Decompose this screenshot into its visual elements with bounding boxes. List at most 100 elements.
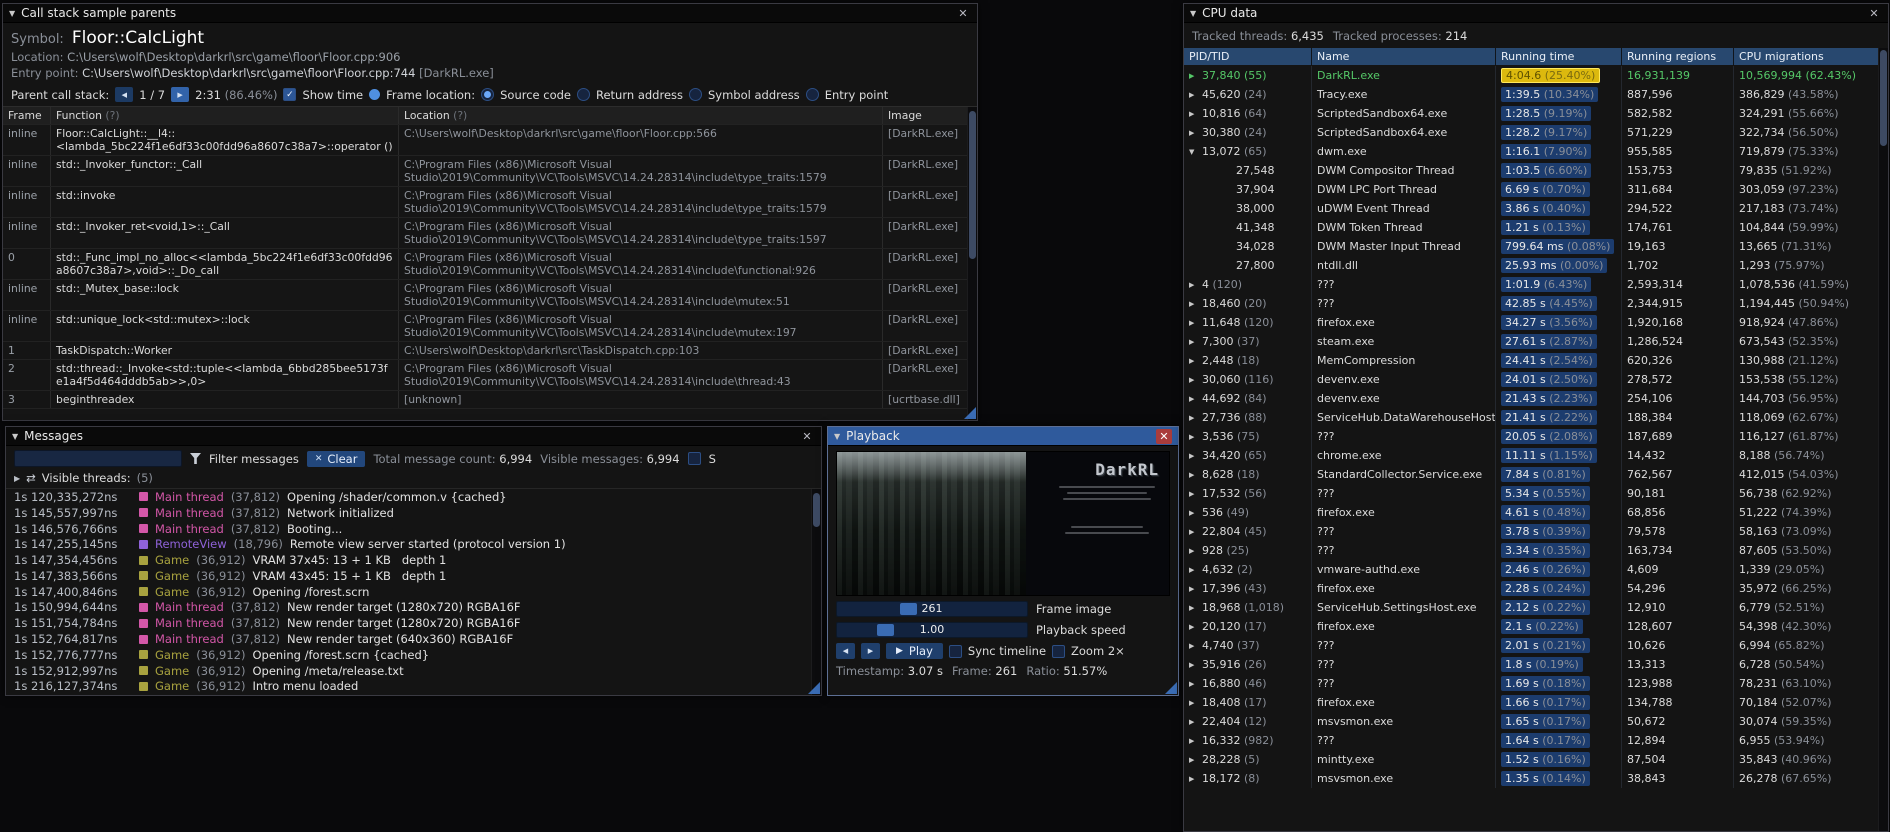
cpu-table-row[interactable]: ▶ 18,172 (8) msvsmon.exe 1.35 s (0.14%) 3…	[1184, 769, 1888, 788]
cpu-table-row[interactable]: ▶ 34,420 (65) chrome.exe 11.11 s (1.15%) …	[1184, 446, 1888, 465]
expand-icon[interactable]: ▶	[1189, 295, 1202, 313]
cpu-table-row[interactable]: ▶ 30,060 (116) devenv.exe 24.01 s (2.50%)…	[1184, 370, 1888, 389]
cpu-table-row[interactable]: ▶ 928 (25) ??? 3.34 s (0.35%) 163,734 87,…	[1184, 541, 1888, 560]
cpu-table-row[interactable]: ▶ 18,968 (1,018) ServiceHub.SettingsHost.…	[1184, 598, 1888, 617]
cpu-table-row[interactable]: ▶ 16,332 (982) ??? 1.64 s (0.17%) 12,894 …	[1184, 731, 1888, 750]
callstack-table-row[interactable]: 0 std::_Func_impl_no_alloc<<lambda_5bc22…	[3, 249, 977, 280]
resize-grip[interactable]	[808, 682, 820, 694]
expand-icon[interactable]: ▶	[1189, 713, 1202, 731]
cpu-table-row[interactable]: ▶ 2,448 (18) MemCompression 24.41 s (2.54…	[1184, 351, 1888, 370]
expand-icon[interactable]: ▼	[1189, 143, 1202, 161]
callstack-table-row[interactable]: 1 TaskDispatch::Worker C:\Users\wolf\Des…	[3, 342, 977, 360]
cpu-table-row[interactable]: ▶ 22,804 (45) ??? 3.78 s (0.39%) 79,578 5…	[1184, 522, 1888, 541]
callstack-table-row[interactable]: inline std::unique_lock<std::mutex>::loc…	[3, 311, 977, 342]
cpu-table-row[interactable]: ▶ 22,404 (12) msvsmon.exe 1.65 s (0.17%) …	[1184, 712, 1888, 731]
radio-entry-point[interactable]	[805, 88, 819, 101]
expand-icon[interactable]: ▶	[1189, 428, 1202, 446]
cpu-table-row[interactable]: 37,904 DWM LPC Port Thread 6.69 s (0.70%…	[1184, 180, 1888, 199]
cpu-table-row[interactable]: 41,348 DWM Token Thread 1.21 s (0.13%) 1…	[1184, 218, 1888, 237]
collapse-icon[interactable]: ▼	[834, 432, 840, 441]
scrollbar-thumb[interactable]	[1880, 50, 1887, 146]
header-name[interactable]: Name	[1312, 48, 1496, 65]
next-parent-button[interactable]: ▶	[171, 87, 190, 102]
collapse-icon[interactable]: ▼	[12, 432, 18, 441]
message-row[interactable]: 1s 150,994,644ns Main thread (37,812) Ne…	[6, 600, 821, 616]
callstack-titlebar[interactable]: ▼ Call stack sample parents ✕	[3, 4, 977, 23]
cpu-table-row[interactable]: ▶ 18,460 (20) ??? 42.85 s (4.45%) 2,344,9…	[1184, 294, 1888, 313]
expand-icon[interactable]: ▶	[14, 474, 20, 483]
expand-icon[interactable]: ▶	[1189, 561, 1202, 579]
collapse-icon[interactable]: ▼	[9, 9, 15, 18]
expand-icon[interactable]: ▶	[1189, 390, 1202, 408]
callstack-table-row[interactable]: 3 beginthreadex [unknown] [ucrtbase.dll]	[3, 391, 977, 409]
cpu-table-row[interactable]: 38,000 uDWM Event Thread 3.86 s (0.40%) …	[1184, 199, 1888, 218]
header-running-regions[interactable]: Running regions	[1622, 48, 1734, 65]
cpu-table-row[interactable]: ▶ 11,648 (120) firefox.exe 34.27 s (3.56%…	[1184, 313, 1888, 332]
callstack-table-row[interactable]: 2 std::thread::_Invoke<std::tuple<<lambd…	[3, 360, 977, 391]
expand-icon[interactable]: ▶	[1189, 314, 1202, 332]
cpu-table-row[interactable]: ▶ 35,916 (26) ??? 1.8 s (0.19%) 13,313 6,…	[1184, 655, 1888, 674]
clear-button[interactable]: ✕ Clear	[306, 450, 366, 467]
close-icon[interactable]: ✕	[955, 6, 971, 21]
expand-icon[interactable]: ▶	[1189, 447, 1202, 465]
expand-icon[interactable]: ▶	[1189, 542, 1202, 560]
header-pid-tid[interactable]: PID/TID	[1184, 48, 1312, 65]
cpu-table-row[interactable]: ▶ 16,880 (46) ??? 1.69 s (0.18%) 123,988 …	[1184, 674, 1888, 693]
callstack-table-row[interactable]: inline std::invoke C:\Program Files (x86…	[3, 187, 977, 218]
filter-input[interactable]	[14, 450, 182, 467]
cpu-table-row[interactable]: ▶ 17,532 (56) ??? 5.34 s (0.55%) 90,181 5…	[1184, 484, 1888, 503]
callstack-table-row[interactable]: inline std::_Invoker_ret<void,1>::_Call …	[3, 218, 977, 249]
scrollbar-thumb[interactable]	[813, 493, 820, 527]
message-row[interactable]: 1s 152,764,817ns Main thread (37,812) Ne…	[6, 631, 821, 647]
cpu-table-row[interactable]: ▶ 4,740 (37) ??? 2.01 s (0.21%) 10,626 6,…	[1184, 636, 1888, 655]
cpu-table-row[interactable]: 34,028 DWM Master Input Thread 799.64 ms…	[1184, 237, 1888, 256]
message-row[interactable]: 1s 146,576,766ns Main thread (37,812) Bo…	[6, 521, 821, 537]
message-row[interactable]: 1s 216,127,374ns Game (36,912) Intro men…	[6, 679, 821, 695]
expand-icon[interactable]: ▶	[1189, 485, 1202, 503]
message-row[interactable]: 1s 151,754,784ns Main thread (37,812) Ne…	[6, 615, 821, 631]
header-running-time[interactable]: Running time	[1496, 48, 1622, 65]
callstack-scrollbar[interactable]	[967, 107, 977, 420]
cpu-table-row[interactable]: ▶ 536 (49) firefox.exe 4.61 s (0.48%) 68,…	[1184, 503, 1888, 522]
playback-titlebar[interactable]: ▼ Playback ✕	[828, 427, 1178, 446]
expand-icon[interactable]: ▶	[1189, 523, 1202, 541]
expand-icon[interactable]: ▶	[1189, 86, 1202, 104]
cpu-table-row[interactable]: ▶ 37,840 (55) DarkRL.exe 4:04.6 (25.40%) …	[1184, 66, 1888, 85]
messages-scrollbar[interactable]	[811, 489, 821, 695]
show-time-checkbox[interactable]: ✓	[283, 88, 297, 101]
cpu-table-row[interactable]: ▶ 30,380 (24) ScriptedSandbox64.exe 1:28.…	[1184, 123, 1888, 142]
resize-grip[interactable]	[1165, 682, 1177, 694]
message-row[interactable]: 1s 147,354,456ns Game (36,912) VRAM 37x4…	[6, 552, 821, 568]
visible-threads-row[interactable]: ▶ ⇄ Visible threads: (5)	[6, 470, 821, 488]
message-row[interactable]: 1s 147,400,846ns Game (36,912) Opening /…	[6, 584, 821, 600]
expand-icon[interactable]: ▶	[1189, 694, 1202, 712]
cpu-table-row[interactable]: 27,800 ntdll.dll 25.93 ms (0.00%) 1,702 …	[1184, 256, 1888, 275]
cpu-table-row[interactable]: ▼ 13,072 (65) dwm.exe 1:16.1 (7.90%) 955,…	[1184, 142, 1888, 161]
cpu-table-row[interactable]: ▶ 45,620 (24) Tracy.exe 1:39.5 (10.34%) 8…	[1184, 85, 1888, 104]
scrollbar-thumb[interactable]	[969, 111, 976, 259]
collapse-icon[interactable]: ▼	[1190, 9, 1196, 18]
resize-grip[interactable]	[964, 407, 976, 419]
prev-frame-button[interactable]: ◀	[836, 643, 855, 659]
expand-icon[interactable]: ▶	[1189, 618, 1202, 636]
cpu-table-row[interactable]: ▶ 7,300 (37) steam.exe 27.61 s (2.87%) 1,…	[1184, 332, 1888, 351]
cpu-scrollbar[interactable]	[1878, 48, 1888, 831]
cpu-table-row[interactable]: ▶ 17,396 (43) firefox.exe 2.28 s (0.24%) …	[1184, 579, 1888, 598]
cpu-table-row[interactable]: ▶ 44,692 (84) devenv.exe 21.43 s (2.23%) …	[1184, 389, 1888, 408]
cpu-table-row[interactable]: ▶ 3,536 (75) ??? 20.05 s (2.08%) 187,689 …	[1184, 427, 1888, 446]
callstack-table-row[interactable]: inline std::_Mutex_base::lock C:\Program…	[3, 280, 977, 311]
message-row[interactable]: 1s 145,557,997ns Main thread (37,812) Ne…	[6, 505, 821, 521]
prev-parent-button[interactable]: ◀	[115, 87, 134, 102]
expand-icon[interactable]: ▶	[1189, 105, 1202, 123]
expand-icon[interactable]: ▶	[1189, 409, 1202, 427]
callstack-table-row[interactable]: inline Floor::CalcLight::__l4::<lambda_5…	[3, 125, 977, 156]
expand-icon[interactable]: ▶	[1189, 124, 1202, 142]
cpu-table-row[interactable]: ▶ 28,228 (5) mintty.exe 1.52 s (0.16%) 87…	[1184, 750, 1888, 769]
callstack-table-header[interactable]: Frame Function (?) Location (?) Image	[3, 107, 977, 125]
cpu-table-row[interactable]: ▶ 8,628 (18) StandardCollector.Service.ex…	[1184, 465, 1888, 484]
message-row[interactable]: 1s 152,912,997ns Game (36,912) Opening /…	[6, 663, 821, 679]
expand-icon[interactable]: ▶	[1189, 371, 1202, 389]
cpu-table-row[interactable]: ▶ 4,632 (2) vmware-authd.exe 2.46 s (0.26…	[1184, 560, 1888, 579]
expand-icon[interactable]: ▶	[1189, 599, 1202, 617]
message-row[interactable]: 1s 152,776,777ns Game (36,912) Opening /…	[6, 647, 821, 663]
